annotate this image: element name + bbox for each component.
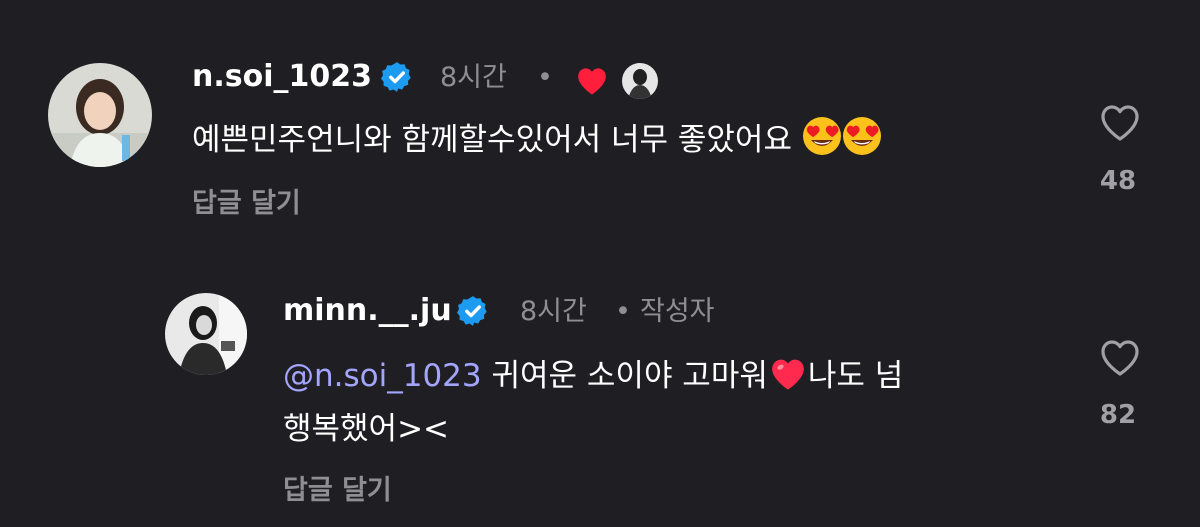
comment-text-content: 귀여운 소이야 고마워: [491, 358, 768, 394]
comment-item: n.soi_1023 8시간 • 예쁜민주언니와 함께할수있어서 너무 좋았어요: [0, 0, 1200, 240]
comment-text-content: 예쁜민주언니와 함께할수있어서 너무 좋았어요: [192, 122, 792, 158]
avatar[interactable]: [48, 63, 152, 167]
comment-username[interactable]: n.soi_1023: [192, 62, 372, 92]
comment-text: 예쁜민주언니와 함께할수있어서 너무 좋았어요: [192, 114, 882, 173]
heart-eyes-emoji-icon: [842, 116, 882, 173]
meta-separator: •: [615, 296, 631, 327]
comment-text: @n.soi_1023 귀여운 소이야 고마워 나도 넘: [283, 350, 903, 409]
creator-avatar: [622, 63, 658, 99]
comment-text-content: 행복했어><: [283, 411, 450, 447]
comment-timestamp: 8시간: [520, 296, 587, 327]
like-heart-icon[interactable]: [1096, 333, 1144, 381]
reply-button[interactable]: 답글 달기: [283, 477, 392, 504]
reply-comment-item: minn.__.ju 8시간 • 작성자 @n.soi_1023 귀여운 소이야…: [0, 240, 1200, 527]
avatar[interactable]: [165, 293, 247, 375]
comment-text-line2: 행복했어><: [283, 403, 449, 456]
verified-badge-icon: [456, 294, 490, 332]
comment-text-content: 나도 넘: [807, 358, 904, 394]
reply-button[interactable]: 답글 달기: [192, 190, 301, 217]
author-badge: 작성자: [640, 296, 715, 327]
like-count: 82: [1099, 400, 1137, 430]
like-count: 48: [1099, 166, 1137, 196]
verified-badge-icon: [380, 60, 414, 98]
mention-link[interactable]: @n.soi_1023: [283, 358, 482, 394]
red-heart-emoji-icon: [768, 354, 808, 409]
meta-separator: •: [537, 62, 553, 93]
comment-timestamp: 8시간: [440, 62, 507, 93]
heart-eyes-emoji-icon: [802, 116, 842, 173]
creator-liked-heart-icon: [574, 64, 610, 100]
comment-username[interactable]: minn.__.ju: [283, 296, 452, 326]
like-heart-icon[interactable]: [1096, 98, 1144, 146]
